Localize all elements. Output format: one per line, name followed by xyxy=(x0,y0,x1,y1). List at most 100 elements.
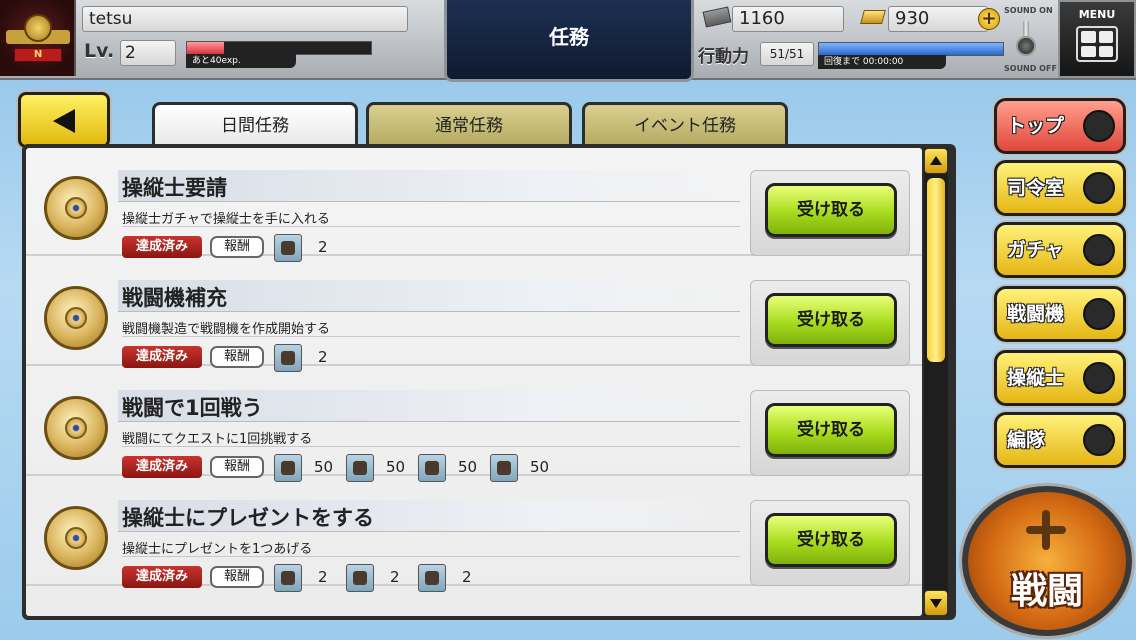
action-points-label: 行動力 xyxy=(698,47,749,67)
reward-count: 2 xyxy=(318,238,328,256)
claim-area: 受け取る xyxy=(750,390,910,476)
scroll-up-button[interactable] xyxy=(924,148,948,174)
gift-candy-icon xyxy=(346,564,374,592)
mission-medal-icon xyxy=(44,176,108,240)
propeller-icon xyxy=(1026,510,1066,550)
claim-area: 受け取る xyxy=(750,500,910,586)
battle-label: 戦闘 xyxy=(1010,571,1083,612)
menu-button[interactable]: MENU xyxy=(1058,0,1136,78)
scroll-thumb[interactable] xyxy=(927,178,945,362)
nav-formation-button[interactable]: 編隊 xyxy=(994,412,1126,468)
mission-title: 戦闘機補充 xyxy=(122,286,227,310)
base-building-icon xyxy=(1083,110,1115,142)
mission-row: 操縦士にプレゼントをする 操縦士にプレゼントを1つあげる 達成済み 報酬 2 2… xyxy=(26,478,922,592)
nav-label: 操縦士 xyxy=(1007,367,1065,389)
reward-count: 2 xyxy=(462,568,472,586)
nav-label: ガチャ xyxy=(1007,239,1064,261)
money-icon xyxy=(702,6,732,28)
reward-label: 報酬 xyxy=(210,346,264,368)
scroll-down-button[interactable] xyxy=(924,590,948,616)
mission-medal-icon xyxy=(44,286,108,350)
money-value: 1160 xyxy=(732,6,844,32)
tab-event-missions[interactable]: イベント任務 xyxy=(582,102,788,146)
reward-count: 50 xyxy=(458,458,478,476)
gold-bar-icon xyxy=(860,10,886,24)
reward-label: 報酬 xyxy=(210,566,264,588)
reward-count: 50 xyxy=(530,458,550,476)
status-badge: 達成済み xyxy=(122,566,202,588)
mission-row: 戦闘機補充 戦闘機製造で戦闘機を作成開始する 達成済み 報酬 2 受け取る xyxy=(26,258,922,372)
status-badge: 達成済み xyxy=(122,236,202,258)
formation-planes-icon xyxy=(1083,424,1115,456)
nav-pilot-button[interactable]: 操縦士 xyxy=(994,350,1126,406)
recover-fill xyxy=(819,43,1003,55)
globe-icon xyxy=(1083,172,1115,204)
mission-medal-icon xyxy=(44,396,108,460)
action-recover-bar xyxy=(818,42,1004,56)
mission-scrollbar[interactable] xyxy=(924,148,948,616)
tab-normal-missions[interactable]: 通常任務 xyxy=(366,102,572,146)
add-gold-button[interactable]: + xyxy=(978,8,1000,30)
level-value: 2 xyxy=(120,40,176,66)
mission-panel: 操縦士要請 操縦士ガチャで操縦士を手に入れる 達成済み 報酬 2 受け取る 戦闘… xyxy=(22,144,956,620)
level-label: Lv. xyxy=(84,40,115,62)
claim-button[interactable]: 受け取る xyxy=(765,513,897,567)
tab-daily-missions[interactable]: 日間任務 xyxy=(152,102,358,146)
mission-title: 操縦士要請 xyxy=(122,176,227,200)
action-points-value: 51/51 xyxy=(760,42,814,66)
sound-toggle-switch[interactable] xyxy=(1012,18,1040,62)
nav-label: トップ xyxy=(1007,115,1065,137)
back-button[interactable] xyxy=(18,92,110,148)
mission-row: 戦闘で1回戦う 戦闘にてクエストに1回挑戦する 達成済み 報酬 50 50 50… xyxy=(26,368,922,482)
mission-list: 操縦士要請 操縦士ガチャで操縦士を手に入れる 達成済み 報酬 2 受け取る 戦闘… xyxy=(26,148,922,616)
claim-area: 受け取る xyxy=(750,280,910,366)
player-name: tetsu xyxy=(82,6,408,32)
menu-label: MENU xyxy=(1078,8,1116,21)
reward-count: 2 xyxy=(390,568,400,586)
back-arrow-icon xyxy=(53,109,75,133)
nav-label: 戦闘機 xyxy=(1007,303,1065,325)
gift-key-icon xyxy=(274,564,302,592)
mission-title: 操縦士にプレゼントをする xyxy=(122,506,374,530)
reward-count: 50 xyxy=(314,458,334,476)
reward-count: 50 xyxy=(386,458,406,476)
screen-title: 任務 xyxy=(444,0,694,82)
nav-fighter-button[interactable]: 戦闘機 xyxy=(994,286,1126,342)
nav-top-button[interactable]: トップ xyxy=(994,98,1126,154)
menu-grid-icon xyxy=(1076,26,1118,62)
mission-description: 操縦士ガチャで操縦士を手に入れる xyxy=(122,212,330,227)
reward-count: 2 xyxy=(318,348,328,366)
gold-value: 930 xyxy=(888,6,988,32)
exp-fill xyxy=(187,42,224,54)
nav-label: 編隊 xyxy=(1007,429,1046,451)
exp-remaining-text: あと40exp. xyxy=(186,54,296,68)
sound-on-label: SOUND ON xyxy=(1004,6,1053,15)
claim-button[interactable]: 受け取る xyxy=(765,183,897,237)
exp-bar xyxy=(186,41,372,55)
sound-off-label: SOUND OFF xyxy=(1004,64,1057,73)
nav-label: 司令室 xyxy=(1007,177,1065,199)
pilot-goggles-icon xyxy=(1083,362,1115,394)
mission-medal-icon xyxy=(44,506,108,570)
battle-button[interactable]: 戦闘 xyxy=(962,486,1132,636)
claim-button[interactable]: 受け取る xyxy=(765,403,897,457)
card-sparkle-icon xyxy=(1083,234,1115,266)
mission-row: 操縦士要請 操縦士ガチャで操縦士を手に入れる 達成済み 報酬 2 受け取る xyxy=(26,148,922,262)
emblem-text: N xyxy=(14,48,62,62)
recover-timer-text: 回復まで 00:00:00 xyxy=(818,55,946,69)
mission-description: 戦闘機製造で戦闘機を作成開始する xyxy=(122,322,331,337)
rank-emblem-icon: N xyxy=(0,0,76,76)
top-bar: N tetsu Lv. 2 あと40exp. 任務 1160 930 + 行動力… xyxy=(0,0,1136,82)
reward-count: 2 xyxy=(318,568,328,586)
claim-area: 受け取る xyxy=(750,170,910,256)
mission-title: 戦闘で1回戦う xyxy=(122,396,263,420)
reward-label: 報酬 xyxy=(210,456,264,478)
reward-label: 報酬 xyxy=(210,236,264,258)
nav-command-room-button[interactable]: 司令室 xyxy=(994,160,1126,216)
claim-button[interactable]: 受け取る xyxy=(765,293,897,347)
gift-bottle-icon xyxy=(418,564,446,592)
status-badge: 達成済み xyxy=(122,456,202,478)
mission-description: 操縦士にプレゼントを1つあげる xyxy=(122,542,313,557)
fighter-plane-icon xyxy=(1083,298,1115,330)
nav-gacha-button[interactable]: ガチャ xyxy=(994,222,1126,278)
